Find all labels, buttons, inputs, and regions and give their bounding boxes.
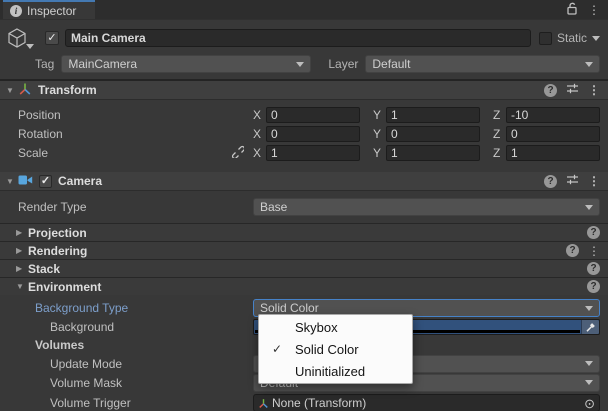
foldout-closed-icon: ▶ — [16, 246, 28, 255]
static-label: Static — [557, 31, 587, 45]
panel-menu-icon[interactable]: ⋮ — [588, 4, 600, 16]
component-title: Camera — [58, 174, 102, 188]
update-mode-label: Update Mode — [18, 357, 253, 371]
tag-label: Tag — [35, 57, 54, 71]
camera-icon — [18, 174, 33, 189]
volume-trigger-label: Volume Trigger — [18, 396, 253, 410]
dropdown-arrow-icon — [585, 380, 593, 385]
foldout-stack[interactable]: ▶ Stack ? — [0, 259, 608, 277]
tab-inspector[interactable]: i Inspector — [3, 0, 95, 19]
inspector-panel: i Inspector ⋮ ✓ Main Camera Static — [0, 0, 608, 411]
presets-icon[interactable] — [566, 82, 579, 98]
object-picker-icon[interactable]: ⊙ — [584, 397, 595, 410]
gameobject-icon[interactable] — [6, 27, 32, 49]
transform-icon — [258, 398, 269, 409]
check-icon: ✓ — [259, 342, 295, 356]
static-checkbox[interactable] — [539, 32, 552, 45]
position-row: Position X0 Y1 Z-10 — [0, 106, 600, 123]
background-type-popup: Skybox ✓ Solid Color Uninitialized — [258, 314, 413, 384]
lock-open-icon[interactable] — [566, 2, 578, 18]
info-icon: i — [10, 5, 22, 17]
layer-label: Layer — [328, 57, 358, 71]
gameobject-header: ✓ Main Camera Static Tag MainCamera Laye… — [0, 20, 608, 81]
presets-icon[interactable] — [566, 173, 579, 189]
help-icon[interactable]: ? — [587, 226, 600, 239]
foldout-open-icon: ▼ — [16, 282, 28, 291]
background-label: Background — [18, 320, 253, 334]
rotation-z-field[interactable]: 0 — [506, 126, 600, 142]
foldout-closed-icon: ▶ — [16, 228, 28, 237]
camera-enabled-checkbox[interactable]: ✓ — [39, 175, 52, 188]
position-z-field[interactable]: -10 — [506, 107, 600, 123]
unlink-scale-icon[interactable] — [230, 144, 244, 161]
foldout-environment[interactable]: ▼ Environment ? — [0, 277, 608, 295]
volume-trigger-field[interactable]: None (Transform) ⊙ — [253, 394, 600, 411]
section-menu-icon[interactable]: ⋮ — [588, 245, 600, 257]
help-icon[interactable]: ? — [587, 280, 600, 293]
scale-z-field[interactable]: 1 — [506, 145, 600, 161]
background-type-label: Background Type — [18, 301, 253, 315]
rotation-row: Rotation X0 Y0 Z0 — [0, 125, 600, 142]
name-field[interactable]: Main Camera — [65, 29, 531, 47]
popup-item-solid-color[interactable]: ✓ Solid Color — [259, 338, 412, 360]
camera-header[interactable]: ▼ ✓ Camera ? ⋮ — [0, 172, 608, 191]
position-y-field[interactable]: 1 — [386, 107, 480, 123]
help-icon[interactable]: ? — [544, 84, 557, 97]
eyedropper-icon[interactable] — [581, 320, 599, 334]
tab-label: Inspector — [27, 4, 76, 18]
volume-mask-label: Volume Mask — [18, 376, 253, 390]
foldout-open-icon[interactable]: ▼ — [6, 86, 18, 95]
foldout-projection[interactable]: ▶ Projection ? — [0, 223, 608, 241]
render-type-dropdown[interactable]: Base — [253, 198, 600, 216]
volume-trigger-row: Volume Trigger None (Transform) ⊙ — [0, 394, 608, 411]
dropdown-arrow-icon — [296, 62, 304, 67]
tab-bar: i Inspector ⋮ — [0, 0, 608, 20]
help-icon[interactable]: ? — [544, 175, 557, 188]
render-type-label: Render Type — [18, 200, 253, 214]
component-menu-icon[interactable]: ⋮ — [588, 84, 600, 96]
dropdown-arrow-icon — [585, 306, 593, 311]
help-icon[interactable]: ? — [566, 244, 579, 257]
rotation-x-field[interactable]: 0 — [266, 126, 360, 142]
component-title: Transform — [38, 83, 97, 97]
static-dropdown-icon[interactable] — [592, 36, 600, 41]
position-x-field[interactable]: 0 — [266, 107, 360, 123]
transform-icon — [18, 82, 32, 99]
dropdown-arrow-icon — [585, 205, 593, 210]
scale-y-field[interactable]: 1 — [386, 145, 480, 161]
component-menu-icon[interactable]: ⋮ — [588, 175, 600, 187]
popup-item-uninitialized[interactable]: Uninitialized — [259, 360, 412, 382]
scale-row: Scale X1 Y1 Z1 — [0, 144, 600, 161]
render-type-row: Render Type Base — [0, 198, 608, 216]
layer-dropdown[interactable]: Default — [365, 55, 600, 73]
dropdown-arrow-icon — [585, 62, 593, 67]
dropdown-arrow-icon — [585, 361, 593, 366]
popup-item-skybox[interactable]: Skybox — [259, 316, 412, 338]
gameobject-dropdown-icon[interactable] — [26, 44, 34, 49]
rotation-y-field[interactable]: 0 — [386, 126, 480, 142]
scale-x-field[interactable]: 1 — [266, 145, 360, 161]
foldout-open-icon[interactable]: ▼ — [6, 177, 18, 186]
help-icon[interactable]: ? — [587, 262, 600, 275]
foldout-closed-icon: ▶ — [16, 264, 28, 273]
tag-dropdown[interactable]: MainCamera — [61, 55, 311, 73]
foldout-rendering[interactable]: ▶ Rendering ? ⋮ — [0, 241, 608, 259]
transform-header[interactable]: ▼ Transform ? ⋮ — [0, 81, 608, 100]
transform-component: ▼ Transform ? ⋮ Position X0 Y1 Z-10 — [0, 81, 608, 172]
active-checkbox[interactable]: ✓ — [45, 31, 59, 45]
